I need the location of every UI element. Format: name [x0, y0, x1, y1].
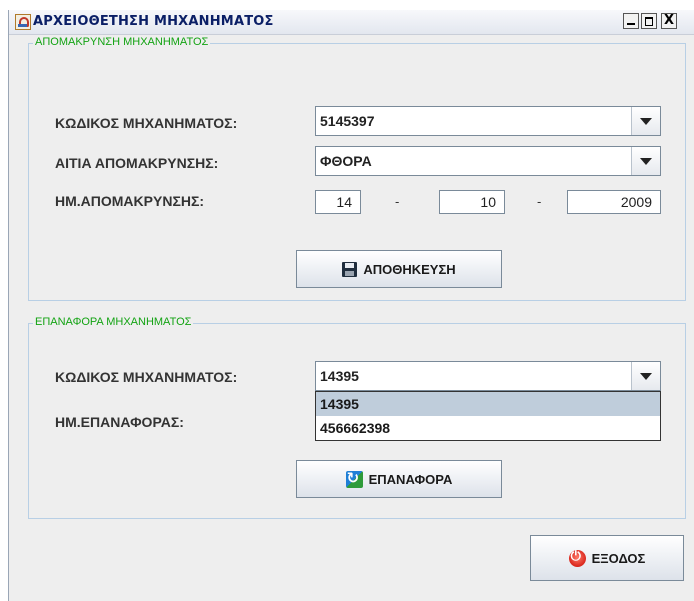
- save-button-label: ΑΠΟΘΗΚΕΥΣΗ: [363, 261, 456, 277]
- maximize-button[interactable]: [641, 13, 657, 29]
- restore-code-value: 14395: [320, 368, 359, 384]
- removal-month-field[interactable]: 10: [439, 190, 505, 214]
- restore-button[interactable]: ΕΠΑΝΑΦΟΡΑ: [296, 460, 502, 498]
- removal-reason-label: ΑΙΤΙΑ ΑΠΟΜΑΚΡΥΝΣΗΣ:: [55, 155, 219, 171]
- restore-code-label: ΚΩΔΙΚΟΣ ΜΗΧΑΝΗΜΑΤΟΣ:: [55, 369, 238, 385]
- minimize-button[interactable]: [623, 13, 639, 29]
- removal-group: ΑΠΟΜΑΚΡΥΝΣΗ ΜΗΧΑΝΗΜΑΤΟΣ ΚΩΔΙΚΟΣ ΜΗΧΑΝΗΜΑ…: [28, 36, 686, 301]
- exit-button[interactable]: ΕΞΟΔΟΣ: [530, 535, 684, 581]
- restore-code-combo[interactable]: 14395: [315, 361, 661, 391]
- removal-code-label: ΚΩΔΙΚΟΣ ΜΗΧΑΝΗΜΑΤΟΣ:: [55, 115, 238, 131]
- removal-group-legend: ΑΠΟΜΑΚΡΥΝΣΗ ΜΗΧΑΝΗΜΑΤΟΣ: [33, 36, 211, 48]
- restore-button-label: ΕΠΑΝΑΦΟΡΑ: [368, 471, 453, 487]
- removal-reason-value: ΦΘΟΡΑ: [320, 153, 372, 169]
- removal-day-field[interactable]: 14: [315, 190, 361, 214]
- removal-date-label: ΗΜ.ΑΠΟΜΑΚΡΥΝΣΗΣ:: [55, 193, 205, 209]
- removal-code-combo[interactable]: 5145397: [315, 106, 661, 136]
- dropdown-option[interactable]: 14395: [316, 392, 660, 416]
- removal-code-value: 5145397: [320, 113, 375, 129]
- app-window: ΑΡΧΕΙΟΘΕΤΗΣΗ ΜΗΧΑΝΗΜΑΤΟΣ X ΑΠΟΜΑΚΡΥΝΣΗ Μ…: [8, 10, 694, 601]
- chevron-down-icon[interactable]: [631, 147, 660, 175]
- restore-date-label: ΗΜ.ΕΠΑΝΑΦΟΡΑΣ:: [55, 414, 184, 430]
- window-title: ΑΡΧΕΙΟΘΕΤΗΣΗ ΜΗΧΑΝΗΜΑΤΟΣ: [33, 14, 274, 29]
- close-button[interactable]: X: [661, 13, 677, 29]
- removal-year-field[interactable]: 2009: [567, 190, 661, 214]
- restore-code-dropdown-list[interactable]: 14395 456662398: [315, 391, 661, 441]
- floppy-disk-icon: [342, 261, 358, 277]
- save-button[interactable]: ΑΠΟΘΗΚΕΥΣΗ: [296, 250, 502, 288]
- removal-reason-combo[interactable]: ΦΘΟΡΑ: [315, 146, 661, 176]
- restore-group: ΕΠΑΝΑΦΟΡΑ ΜΗΧΑΝΗΜΑΤΟΣ ΚΩΔΙΚΟΣ ΜΗΧΑΝΗΜΑΤΟ…: [28, 316, 686, 519]
- restore-arrows-icon: [345, 469, 363, 488]
- power-exit-icon: [568, 549, 586, 567]
- date-separator: -: [537, 194, 542, 209]
- exit-button-label: ΕΞΟΔΟΣ: [591, 550, 646, 566]
- dropdown-option[interactable]: 456662398: [316, 416, 660, 440]
- chevron-down-icon[interactable]: [631, 362, 660, 390]
- date-separator: -: [395, 194, 400, 209]
- title-bar[interactable]: ΑΡΧΕΙΟΘΕΤΗΣΗ ΜΗΧΑΝΗΜΑΤΟΣ X: [9, 10, 694, 35]
- restore-group-legend: ΕΠΑΝΑΦΟΡΑ ΜΗΧΑΝΗΜΑΤΟΣ: [33, 316, 194, 328]
- chevron-down-icon[interactable]: [631, 107, 660, 135]
- java-cup-icon: [15, 14, 31, 30]
